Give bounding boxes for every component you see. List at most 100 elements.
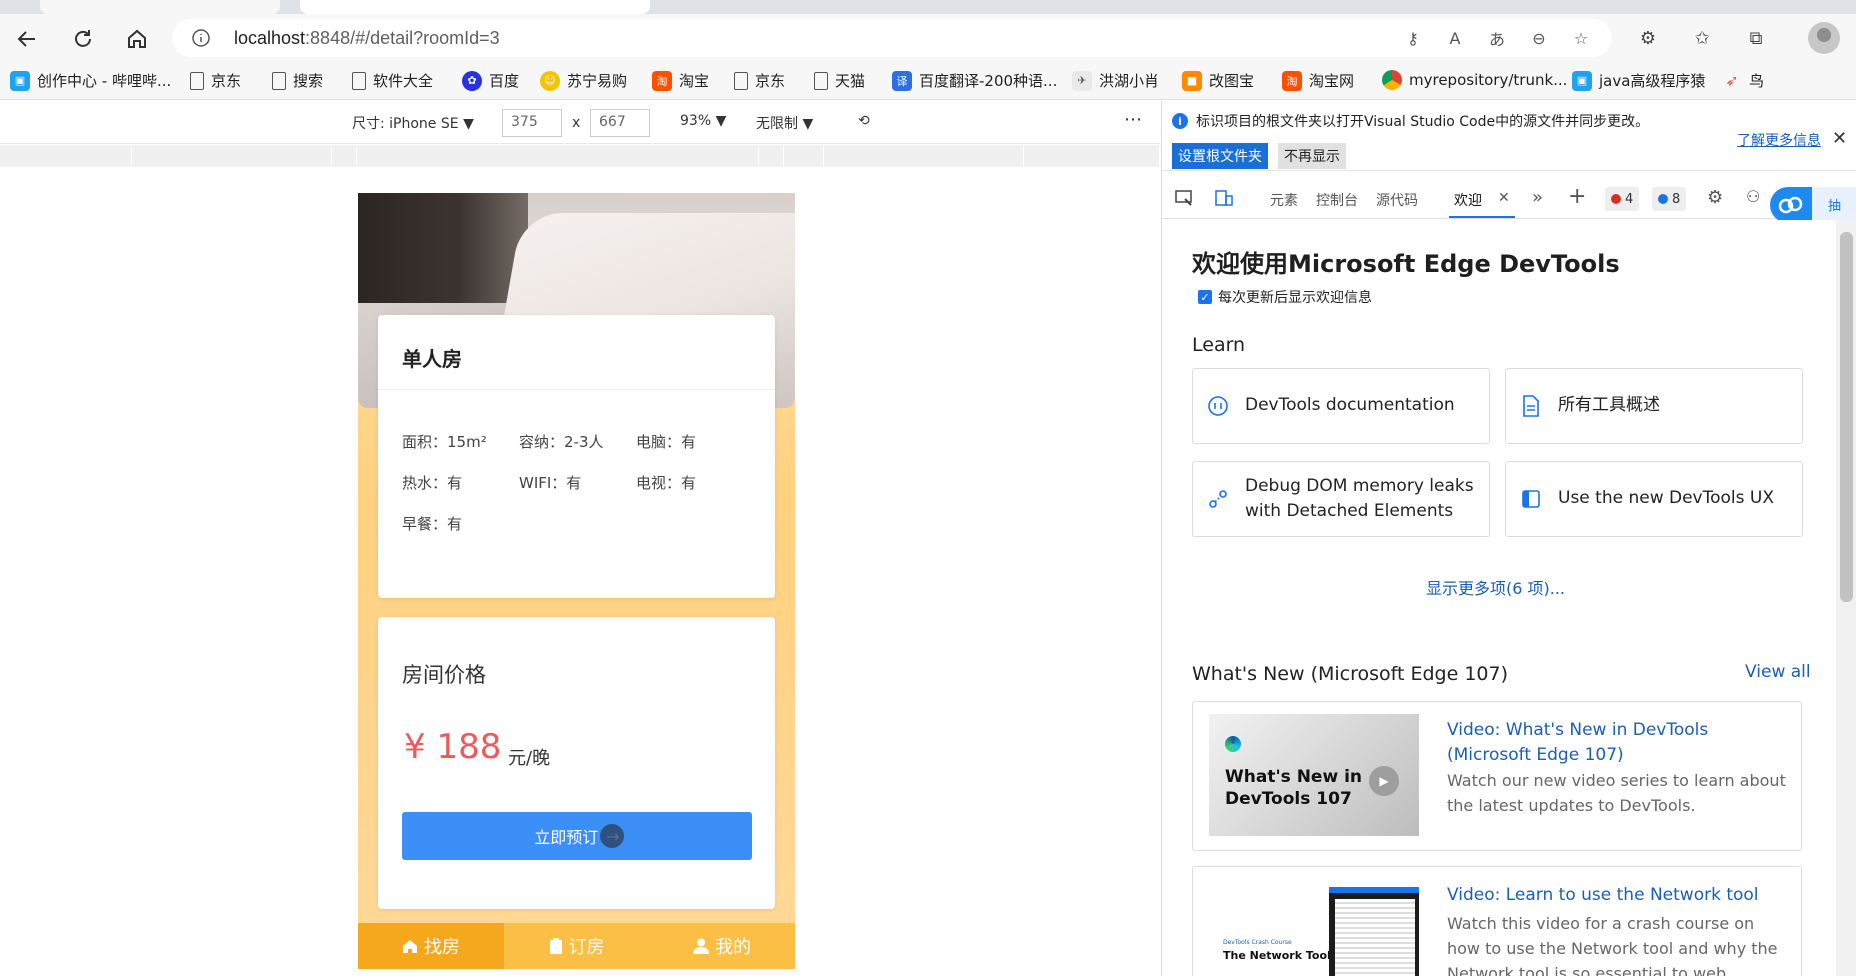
tab-console[interactable]: 控制台: [1316, 190, 1358, 210]
spec-breakfast: 早餐：有: [402, 515, 463, 533]
favorite-item[interactable]: ▣ 创作中心 - 哔哩哔...: [10, 70, 171, 91]
dont-show-again-button[interactable]: 不再显示: [1278, 143, 1346, 169]
message-badge[interactable]: 8: [1652, 187, 1687, 211]
show-welcome-checkbox[interactable]: ✓ 每次更新后显示欢迎信息: [1198, 287, 1372, 307]
close-tab-icon[interactable]: ✕: [1498, 190, 1510, 206]
key-icon[interactable]: ⚷: [1402, 27, 1424, 49]
news-title[interactable]: Video: What's New in DevTools (Microsoft…: [1447, 718, 1787, 768]
zoom-select[interactable]: 93% ▼: [680, 113, 726, 129]
learn-card-new-ux[interactable]: Use the new DevTools UX: [1505, 461, 1803, 537]
cloud-sync-icon[interactable]: [1770, 187, 1812, 223]
height-input[interactable]: 667: [590, 109, 650, 137]
devtools-scrollbar[interactable]: [1836, 220, 1856, 976]
checkbox-checked-icon: ✓: [1198, 290, 1212, 304]
info-icon[interactable]: [192, 29, 210, 47]
browser-tab-active[interactable]: [300, 0, 650, 14]
news-card[interactable]: What's New in DevTools 107 ▶ Video: What…: [1192, 701, 1802, 851]
favorites-icon[interactable]: ✩: [1690, 26, 1714, 50]
favorite-item[interactable]: myrepository/trunk...: [1382, 70, 1567, 90]
home-button[interactable]: [122, 24, 152, 54]
translate-icon[interactable]: あ: [1486, 27, 1508, 49]
spec-capacity: 容纳：2-3人: [519, 433, 604, 451]
view-all-link[interactable]: View all: [1745, 662, 1811, 682]
read-aloud-icon[interactable]: A: [1444, 27, 1466, 49]
news-card[interactable]: DevTools Crash Course The Network Tool V…: [1192, 866, 1802, 976]
favorite-item[interactable]: 京东: [734, 70, 785, 91]
more-options-icon[interactable]: ⋯: [1124, 109, 1142, 130]
more-tabs-icon[interactable]: »: [1532, 187, 1543, 208]
url-text[interactable]: localhost:8848/#/detail?roomId=3: [234, 28, 500, 49]
throttle-select[interactable]: 无限制 ▼: [756, 113, 813, 133]
favorites-bar: ▣ 创作中心 - 哔哩哔... 京东 搜索 软件大全 ✿ 百度 ☺ 苏宁易购 淘淘宝 …: [0, 62, 1856, 100]
room-info-card: 单人房 面积：15m² 容纳：2-3人 电脑：有 热水：有 WIFI：有 电视：…: [378, 315, 775, 598]
favorite-label: 搜索: [293, 72, 324, 90]
user-feedback-icon[interactable]: ⚇: [1746, 187, 1760, 206]
favorite-item[interactable]: ▣ java高级程序猿: [1572, 70, 1705, 91]
refresh-button[interactable]: [68, 24, 98, 54]
scrollbar-thumb[interactable]: [1840, 232, 1853, 602]
mobile-page: 单人房 面积：15m² 容纳：2-3人 电脑：有 热水：有 WIFI：有 电视：…: [358, 193, 795, 969]
settings-gear-icon[interactable]: ⚙: [1707, 187, 1723, 208]
favorite-label: 淘宝: [679, 72, 710, 90]
width-input[interactable]: 375: [502, 109, 562, 137]
book-now-button[interactable]: 立即预订 →: [402, 812, 752, 860]
checkbox-label: 每次更新后显示欢迎信息: [1218, 290, 1372, 306]
bilibili-icon: ▣: [1572, 70, 1592, 91]
device-size-select[interactable]: 尺寸: iPhone SE ▼: [352, 113, 474, 133]
inspect-icon[interactable]: [1174, 188, 1194, 212]
favorite-item[interactable]: 搜索: [272, 70, 323, 91]
device-size-label: 尺寸: iPhone SE: [352, 116, 459, 132]
learn-card-overview[interactable]: 所有工具概述: [1505, 368, 1803, 444]
extensions-icon[interactable]: ⚙: [1636, 26, 1660, 50]
tab-find-room[interactable]: 找房: [358, 923, 504, 969]
learn-card-label: Debug DOM memory leaks with Detached Ele…: [1245, 476, 1474, 521]
show-more-link[interactable]: 显示更多项(6 项)...: [1426, 575, 1565, 599]
zoom-out-icon[interactable]: ⊖: [1528, 27, 1550, 49]
learn-card-docs[interactable]: DevTools documentation: [1192, 368, 1490, 444]
favorite-label: 百度翻译-200种语...: [919, 72, 1058, 90]
favorite-item[interactable]: ➶ 鸟: [1722, 70, 1764, 91]
play-icon[interactable]: ▶: [1369, 766, 1399, 796]
favorite-add-icon[interactable]: ☆: [1570, 27, 1592, 49]
back-button[interactable]: [12, 24, 42, 54]
news-title[interactable]: Video: Learn to use the Network tool: [1447, 883, 1787, 908]
video-thumbnail: DevTools Crash Course The Network Tool: [1209, 879, 1419, 976]
device-toolbar: 尺寸: iPhone SE ▼ 375 x 667 93% ▼ 无限制 ▼ ⟲ …: [0, 101, 1160, 144]
page-icon: [272, 71, 286, 90]
set-root-folder-button[interactable]: 设置根文件夹: [1172, 143, 1268, 169]
favorite-item[interactable]: ✈ 洪湖小肖: [1072, 70, 1159, 91]
favorite-item[interactable]: ☺ 苏宁易购: [540, 70, 627, 91]
thumbnail-small-text: DevTools Crash Course: [1223, 939, 1292, 946]
error-badge[interactable]: 4: [1605, 187, 1640, 211]
close-icon[interactable]: ✕: [1832, 128, 1847, 149]
browser-tab[interactable]: [40, 0, 280, 14]
tab-sources[interactable]: 源代码: [1376, 190, 1418, 210]
collections-icon[interactable]: ⧉: [1744, 26, 1768, 50]
error-icon: [1611, 194, 1621, 204]
favorite-item[interactable]: 软件大全: [352, 70, 433, 91]
favorite-item[interactable]: 译百度翻译-200种语...: [892, 70, 1057, 91]
favorite-item[interactable]: 淘淘宝网: [1282, 70, 1354, 91]
address-bar[interactable]: localhost:8848/#/detail?roomId=3 ⚷ A あ ⊖…: [172, 19, 1612, 57]
favorite-item[interactable]: 京东: [190, 70, 241, 91]
side-panel-label[interactable]: 抽: [1812, 187, 1856, 223]
rotate-icon[interactable]: ⟲: [858, 113, 870, 129]
back-arrow-icon: [17, 31, 35, 47]
favorite-item[interactable]: 天猫: [814, 70, 865, 91]
learn-more-link[interactable]: 了解更多信息: [1737, 130, 1821, 150]
device-emulation-icon[interactable]: [1214, 188, 1234, 212]
tab-mine[interactable]: 我的: [649, 923, 795, 969]
tab-book-room[interactable]: 订房: [503, 923, 650, 969]
favorite-label: 鸟: [1749, 72, 1765, 90]
tab-elements[interactable]: 元素: [1270, 190, 1298, 210]
profile-avatar[interactable]: [1808, 22, 1840, 54]
learn-card-memory[interactable]: Debug DOM memory leaks with Detached Ele…: [1192, 461, 1490, 537]
favorite-item[interactable]: ■ 改图宝: [1182, 70, 1254, 91]
book-now-label: 立即预订: [534, 828, 599, 847]
add-tab-icon[interactable]: +: [1568, 184, 1586, 209]
baidu-translate-icon: 译: [892, 70, 912, 91]
favorite-item[interactable]: 淘淘宝: [652, 70, 709, 91]
tab-welcome[interactable]: 欢迎: [1454, 190, 1482, 210]
favorite-item[interactable]: ✿ 百度: [462, 70, 519, 91]
room-name: 单人房: [402, 347, 462, 371]
